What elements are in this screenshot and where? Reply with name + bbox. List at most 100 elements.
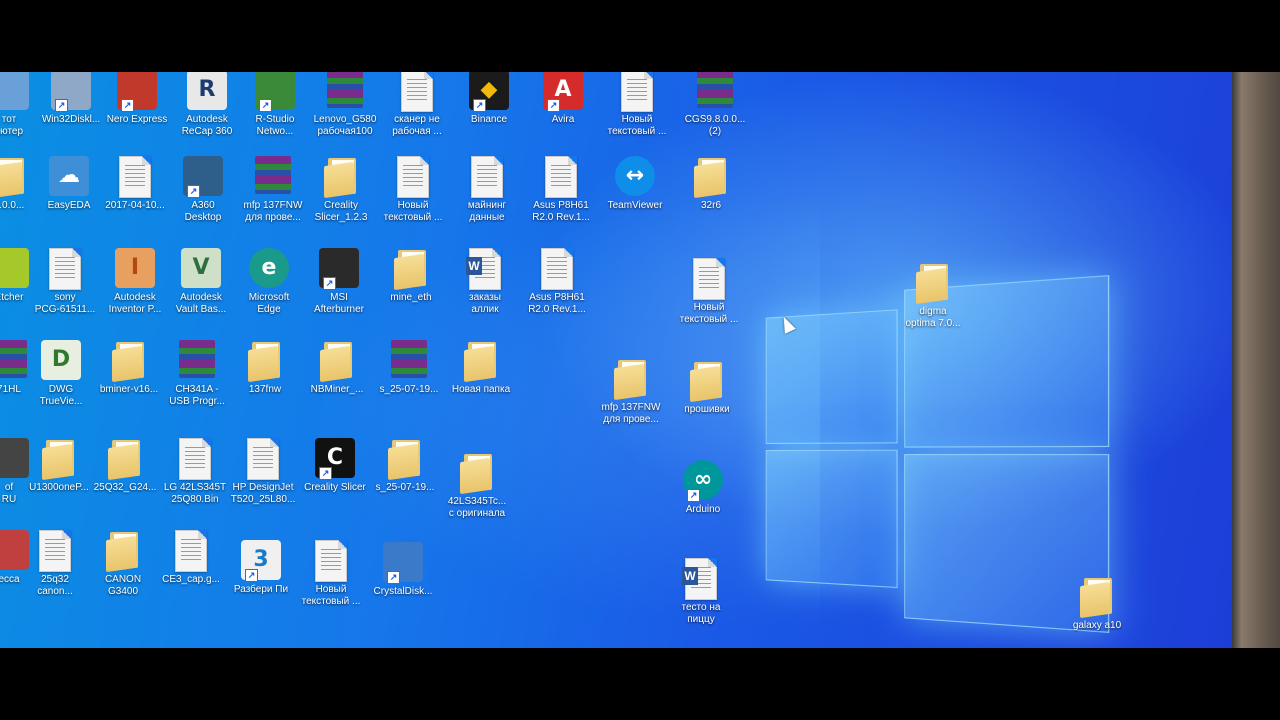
desktop-icon[interactable]: 25q32 canon... xyxy=(16,530,94,598)
shortcut-arrow-icon: ↗ xyxy=(323,277,336,290)
desktop-icon-label: сканер не рабочая ... xyxy=(392,114,442,137)
desktop-icon[interactable]: Asus P8H61 R2.0 Rev.1... xyxy=(522,156,600,224)
desktop-icon[interactable]: C ↗ Creality Slicer xyxy=(296,438,374,494)
desktop-icon[interactable]: Creality Slicer_1.2.3 xyxy=(302,156,380,224)
desktop-icon-label: s_25-07-19... xyxy=(375,482,435,493)
desktop-icon[interactable]: 137fnw xyxy=(226,340,304,396)
app-icon: A ↗ xyxy=(543,72,583,112)
desktop-icon[interactable]: CE3_cap.g... xyxy=(152,530,230,586)
desktop-icon[interactable]: mfp 137FNW для прове... xyxy=(592,358,670,426)
desktop-icon-label: Новая папка xyxy=(451,384,511,395)
desktop-icon[interactable]: ↔ TeamViewer xyxy=(596,156,674,212)
desktop-icon[interactable]: V Autodesk Vault Bas... xyxy=(162,248,240,316)
desktop-icon-label: R-Studio Netwo... xyxy=(255,114,295,137)
winrar-archive-icon xyxy=(253,156,293,198)
desktop-icon[interactable]: bminer-v16... xyxy=(90,340,168,396)
desktop-icon-label: Разбери Пи xyxy=(233,584,289,595)
desktop-icon[interactable]: mfp 137FNW для прове... xyxy=(234,156,312,224)
folder-icon xyxy=(385,438,425,481)
desktop-icon-label: sony PCG-61511... xyxy=(34,292,96,315)
desktop-icon[interactable]: D DWG TrueVie... xyxy=(22,340,100,408)
desktop-icon[interactable]: CGS9.8.0.0... (2) xyxy=(676,72,754,138)
desktop-icon-label: Lenovo_G580 рабочая100 xyxy=(313,114,377,137)
folder-icon xyxy=(321,156,361,199)
desktop-icon[interactable]: Lenovo_G580 рабочая100 xyxy=(306,72,384,138)
desktop-icon[interactable]: Новый текстовый ... xyxy=(374,156,452,224)
app-icon: ↗ xyxy=(51,72,91,112)
folder-icon xyxy=(317,340,357,383)
desktop-icon[interactable]: ↗ A360 Desktop xyxy=(164,156,242,224)
desktop-icon[interactable]: прошивки xyxy=(668,360,746,416)
desktop-icon[interactable]: mine_eth xyxy=(372,248,450,304)
desktop-icon[interactable]: ∞ ↗ Arduino xyxy=(664,460,742,516)
desktop-icon[interactable]: Asus P8H61 R2.0 Rev.1... xyxy=(518,248,596,316)
desktop-icon[interactable]: CH341A - USB Progr... xyxy=(158,340,236,408)
folder-icon xyxy=(391,248,431,291)
app-icon: ↗ xyxy=(117,72,157,112)
desktop[interactable]: тот ьютер↗Win32Diskl...↗Nero ExpressRAut… xyxy=(0,72,1232,648)
desktop-icon[interactable]: 32r6 xyxy=(672,156,750,212)
desktop-icon[interactable]: s_25-07-19... xyxy=(370,340,448,396)
shortcut-arrow-icon: ↗ xyxy=(245,569,258,582)
desktop-icon-label: mfp 137FNW для прове... xyxy=(243,200,303,223)
desktop-icon[interactable]: HP DesignJet T520_25L80... xyxy=(224,438,302,506)
desktop-icon[interactable]: ↗ Nero Express xyxy=(98,72,176,126)
app-icon xyxy=(0,72,29,112)
text-document-icon xyxy=(115,156,155,198)
desktop-icon-label: Creality Slicer_1.2.3 xyxy=(314,200,368,223)
text-document-icon xyxy=(243,438,283,480)
shortcut-arrow-icon: ↗ xyxy=(473,99,486,112)
desktop-icon-label: Binance xyxy=(470,114,508,125)
desktop-icon-label: digma optima 7.0... xyxy=(905,306,961,329)
desktop-icon-label: HP DesignJet T520_25L80... xyxy=(230,482,296,505)
desktop-icon[interactable]: ↗ CrystalDisk... xyxy=(364,542,442,598)
desktop-icon[interactable]: Новый текстовый ... xyxy=(598,72,676,138)
desktop-icon[interactable]: sony PCG-61511... xyxy=(26,248,104,316)
desktop-icon-label: MSI Afterburner xyxy=(313,292,365,315)
text-document-icon xyxy=(45,248,85,290)
text-document-icon xyxy=(689,258,729,300)
desktop-icon[interactable]: 42LS345Tc... с оригинала xyxy=(438,452,516,520)
desktop-icon[interactable]: R Autodesk ReCap 360 xyxy=(168,72,246,138)
text-document-icon xyxy=(175,438,215,480)
desktop-icon[interactable]: Новый текстовый ... xyxy=(670,258,748,326)
desktop-icon[interactable]: e Microsoft Edge xyxy=(230,248,308,316)
desktop-icon-label: mine_eth xyxy=(390,292,432,303)
desktop-icon[interactable]: Wзаказы аллик xyxy=(446,248,524,316)
folder-icon xyxy=(245,340,285,383)
desktop-icon[interactable]: сканер не рабочая ... xyxy=(378,72,456,138)
desktop-icon[interactable]: NBMiner_... xyxy=(298,340,376,396)
desktop-icon-label: Новый текстовый ... xyxy=(679,302,739,325)
desktop-icon-label: CGS9.8.0.0... (2) xyxy=(684,114,746,137)
desktop-icon[interactable]: майнинг данные xyxy=(448,156,526,224)
desktop-icon[interactable]: ↗ MSI Afterburner xyxy=(300,248,378,316)
app-icon: V xyxy=(181,248,221,290)
desktop-icon[interactable]: s_25-07-19... xyxy=(366,438,444,494)
desktop-icon-label: Autodesk Vault Bas... xyxy=(175,292,227,315)
shortcut-arrow-icon: ↗ xyxy=(259,99,272,112)
desktop-icon[interactable]: 2017-04-10... xyxy=(96,156,174,212)
word-document-icon: W xyxy=(681,558,721,600)
desktop-icon-label: A360 Desktop xyxy=(184,200,222,223)
desktop-icon[interactable]: ↗ R-Studio Netwo... xyxy=(236,72,314,138)
desktop-icon-label: TeamViewer xyxy=(607,200,663,211)
desktop-icon[interactable]: 3 ↗ Разбери Пи xyxy=(222,540,300,596)
desktop-icon-label: 137fnw xyxy=(248,384,282,395)
shortcut-arrow-icon: ↗ xyxy=(547,99,560,112)
app-icon: C ↗ xyxy=(315,438,355,480)
desktop-icon[interactable]: 25Q32_G24... xyxy=(86,438,164,494)
desktop-icon[interactable]: ◆ ↗ Binance xyxy=(450,72,528,126)
desktop-icon[interactable]: Новая папка xyxy=(442,340,520,396)
desktop-icon[interactable]: galaxy a10 xyxy=(1058,576,1136,632)
text-document-icon xyxy=(617,72,657,112)
app-icon: I xyxy=(115,248,155,290)
desktop-icon[interactable]: A ↗ Avira xyxy=(524,72,602,126)
text-document-icon xyxy=(467,156,507,198)
desktop-icon[interactable]: Wтесто на пиццу xyxy=(662,558,740,626)
desktop-icon[interactable]: CANON G3400 xyxy=(84,530,162,598)
desktop-icon[interactable]: digma optima 7.0... xyxy=(894,262,972,330)
desktop-icon[interactable]: Новый текстовый ... xyxy=(292,540,370,608)
desktop-icon[interactable]: LG 42LS345T 25Q80.Bin xyxy=(156,438,234,506)
app-icon: D xyxy=(41,340,81,382)
app-icon: ↗ xyxy=(255,72,295,112)
